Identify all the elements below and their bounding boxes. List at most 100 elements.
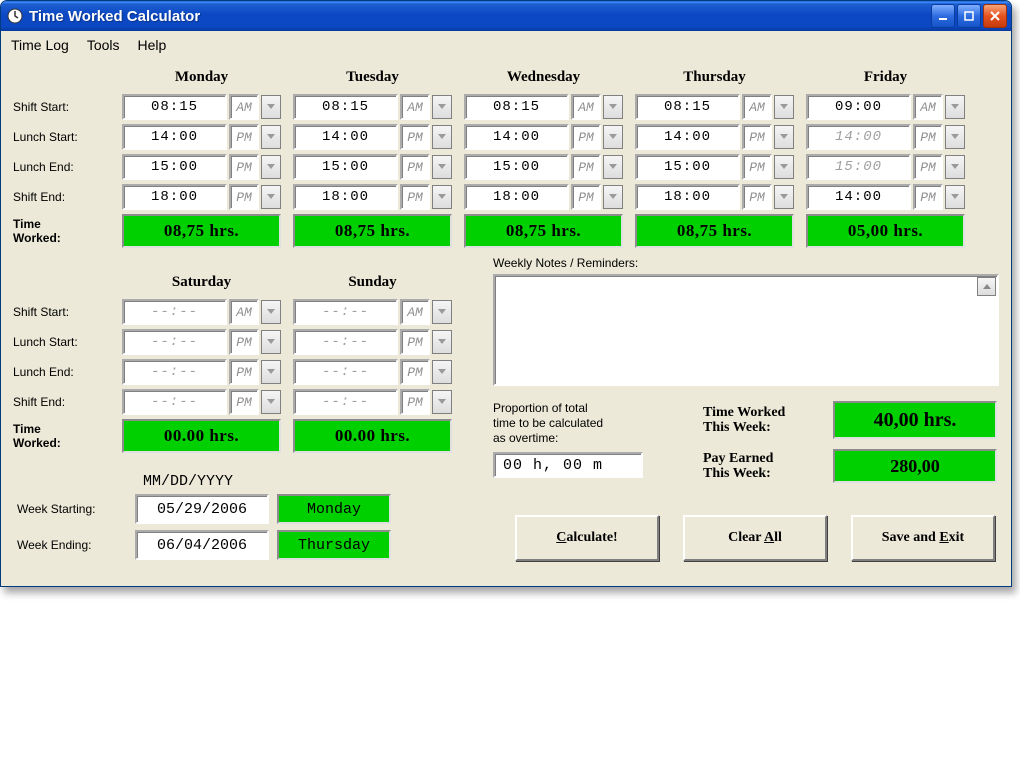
dropdown-icon[interactable] — [432, 155, 452, 179]
dropdown-icon[interactable] — [261, 330, 281, 354]
row-label-lunch_start: Lunch Start: — [13, 331, 113, 353]
sun-shift_end-input[interactable]: --:-- — [293, 389, 398, 415]
wed-time-worked: 08,75 hrs. — [464, 214, 623, 248]
day-header-sat: Saturday — [119, 274, 284, 297]
dropdown-icon[interactable] — [945, 185, 965, 209]
dropdown-icon[interactable] — [945, 95, 965, 119]
sun-lunch_end-ampm: PM — [400, 359, 430, 385]
wed-lunch_start-input[interactable]: 14:00 — [464, 124, 569, 150]
dropdown-icon[interactable] — [261, 95, 281, 119]
tue-shift_start-input[interactable]: 08:15 — [293, 94, 398, 120]
dropdown-icon[interactable] — [432, 300, 452, 324]
total-time-label-2: This Week: — [703, 420, 823, 435]
scroll-up-icon[interactable] — [977, 277, 996, 296]
thu-lunch_start-ampm: PM — [742, 124, 772, 150]
dropdown-icon[interactable] — [603, 185, 623, 209]
mon-shift_start-input[interactable]: 08:15 — [122, 94, 227, 120]
wed-shift_end-input[interactable]: 18:00 — [464, 184, 569, 210]
save-exit-button[interactable]: Save and Exit — [851, 515, 995, 561]
notes-textarea[interactable] — [493, 274, 999, 386]
dropdown-icon[interactable] — [432, 360, 452, 384]
fri-lunch_end-input[interactable]: 15:00 — [806, 154, 911, 180]
tue-time-worked: 08,75 hrs. — [293, 214, 452, 248]
sun-shift_end-ampm: PM — [400, 389, 430, 415]
dropdown-icon[interactable] — [774, 155, 794, 179]
wed-shift_start-ampm: AM — [571, 94, 601, 120]
dropdown-icon[interactable] — [774, 95, 794, 119]
wed-lunch_end-input[interactable]: 15:00 — [464, 154, 569, 180]
dropdown-icon[interactable] — [603, 125, 623, 149]
mon-time-worked: 08,75 hrs. — [122, 214, 281, 248]
tue-shift_start-ampm: AM — [400, 94, 430, 120]
mon-lunch_end-input[interactable]: 15:00 — [122, 154, 227, 180]
sun-shift_start-input[interactable]: --:-- — [293, 299, 398, 325]
tue-lunch_end-input[interactable]: 15:00 — [293, 154, 398, 180]
fri-lunch_start-input[interactable]: 14:00 — [806, 124, 911, 150]
menu-help[interactable]: Help — [138, 37, 167, 53]
dropdown-icon[interactable] — [774, 125, 794, 149]
mon-lunch_start-input[interactable]: 14:00 — [122, 124, 227, 150]
close-button[interactable] — [983, 4, 1007, 28]
menu-time-log[interactable]: Time Log — [11, 37, 69, 53]
fri-shift_end-input[interactable]: 14:00 — [806, 184, 911, 210]
calculate-button[interactable]: Calculate! — [515, 515, 659, 561]
week-starting-date[interactable]: 05/29/2006 — [135, 494, 269, 524]
day-header-fri: Friday — [803, 69, 968, 92]
dropdown-icon[interactable] — [945, 155, 965, 179]
thu-shift_end-input[interactable]: 18:00 — [635, 184, 740, 210]
total-pay-value: 280,00 — [833, 449, 997, 483]
dropdown-icon[interactable] — [261, 125, 281, 149]
dropdown-icon[interactable] — [261, 360, 281, 384]
thu-shift_start-input[interactable]: 08:15 — [635, 94, 740, 120]
menu-tools[interactable]: Tools — [87, 37, 120, 53]
dropdown-icon[interactable] — [432, 95, 452, 119]
notes-label: Weekly Notes / Reminders: — [493, 256, 999, 270]
clear-all-button[interactable]: Clear All — [683, 515, 827, 561]
row-label-shift_end: Shift End: — [13, 186, 113, 208]
dropdown-icon[interactable] — [261, 300, 281, 324]
overtime-input[interactable]: 00 h, 00 m — [493, 452, 643, 478]
maximize-button[interactable] — [957, 4, 981, 28]
dropdown-icon[interactable] — [432, 185, 452, 209]
menubar: Time Log Tools Help — [1, 31, 1011, 59]
fri-shift_end-ampm: PM — [913, 184, 943, 210]
dropdown-icon[interactable] — [432, 390, 452, 414]
dropdown-icon[interactable] — [774, 185, 794, 209]
days-grid-top: MondayTuesdayWednesdayThursdayFridayShif… — [13, 69, 999, 250]
dropdown-icon[interactable] — [603, 95, 623, 119]
dropdown-icon[interactable] — [261, 390, 281, 414]
overtime-label-2: time to be calculated — [493, 416, 673, 431]
wed-shift_start-input[interactable]: 08:15 — [464, 94, 569, 120]
wed-lunch_start-ampm: PM — [571, 124, 601, 150]
app-icon — [7, 8, 23, 24]
sat-shift_start-input[interactable]: --:-- — [122, 299, 227, 325]
minimize-button[interactable] — [931, 4, 955, 28]
row-label-time-worked: TimeWorked: — [13, 213, 113, 249]
dropdown-icon[interactable] — [945, 125, 965, 149]
thu-lunch_end-input[interactable]: 15:00 — [635, 154, 740, 180]
day-header-mon: Monday — [119, 69, 284, 92]
sat-lunch_end-input[interactable]: --:-- — [122, 359, 227, 385]
sat-shift_end-input[interactable]: --:-- — [122, 389, 227, 415]
dropdown-icon[interactable] — [261, 185, 281, 209]
day-header-sun: Sunday — [290, 274, 455, 297]
sat-shift_start-ampm: AM — [229, 299, 259, 325]
dropdown-icon[interactable] — [432, 125, 452, 149]
dropdown-icon[interactable] — [603, 155, 623, 179]
thu-lunch_start-input[interactable]: 14:00 — [635, 124, 740, 150]
thu-shift_start-ampm: AM — [742, 94, 772, 120]
dropdown-icon[interactable] — [261, 155, 281, 179]
dropdown-icon[interactable] — [432, 330, 452, 354]
thu-time-worked: 08,75 hrs. — [635, 214, 794, 248]
sun-lunch_start-input[interactable]: --:-- — [293, 329, 398, 355]
sat-lunch_start-input[interactable]: --:-- — [122, 329, 227, 355]
sun-lunch_end-input[interactable]: --:-- — [293, 359, 398, 385]
mon-shift_end-input[interactable]: 18:00 — [122, 184, 227, 210]
week-ending-date[interactable]: 06/04/2006 — [135, 530, 269, 560]
fri-shift_start-input[interactable]: 09:00 — [806, 94, 911, 120]
tue-lunch_start-input[interactable]: 14:00 — [293, 124, 398, 150]
app-window: Time Worked Calculator Time Log Tools He… — [0, 0, 1012, 587]
fri-lunch_start-ampm: PM — [913, 124, 943, 150]
mon-shift_end-ampm: PM — [229, 184, 259, 210]
tue-shift_end-input[interactable]: 18:00 — [293, 184, 398, 210]
